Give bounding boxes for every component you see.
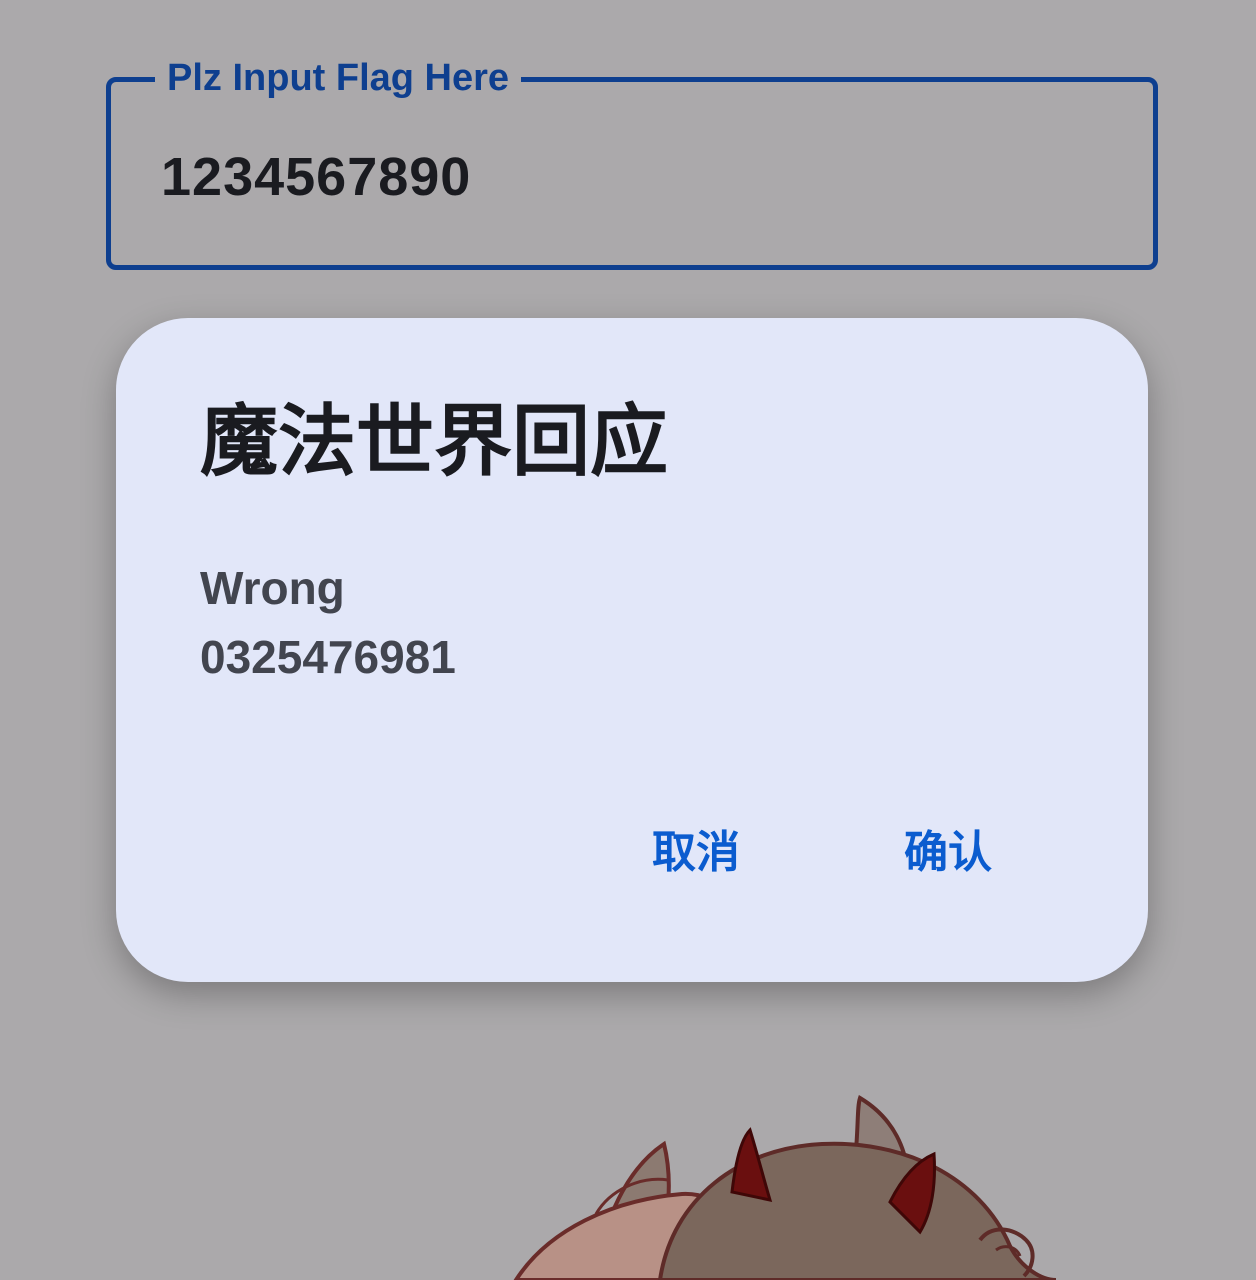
mascot-illustration <box>513 1094 1057 1280</box>
cancel-button[interactable]: 取消 <box>652 818 740 888</box>
confirm-button[interactable]: 确认 <box>904 818 992 888</box>
flag-input-label: Plz Input Flag Here <box>155 56 522 100</box>
response-dialog: 魔法世界回应 Wrong 0325476981 取消 确认 <box>116 318 1148 982</box>
dialog-message: Wrong 0325476981 <box>200 562 456 683</box>
flag-input-value[interactable]: 1234567890 <box>161 146 471 208</box>
flag-input-field[interactable]: Plz Input Flag Here 1234567890 <box>106 56 1158 270</box>
dialog-title: 魔法世界回应 <box>200 397 669 487</box>
